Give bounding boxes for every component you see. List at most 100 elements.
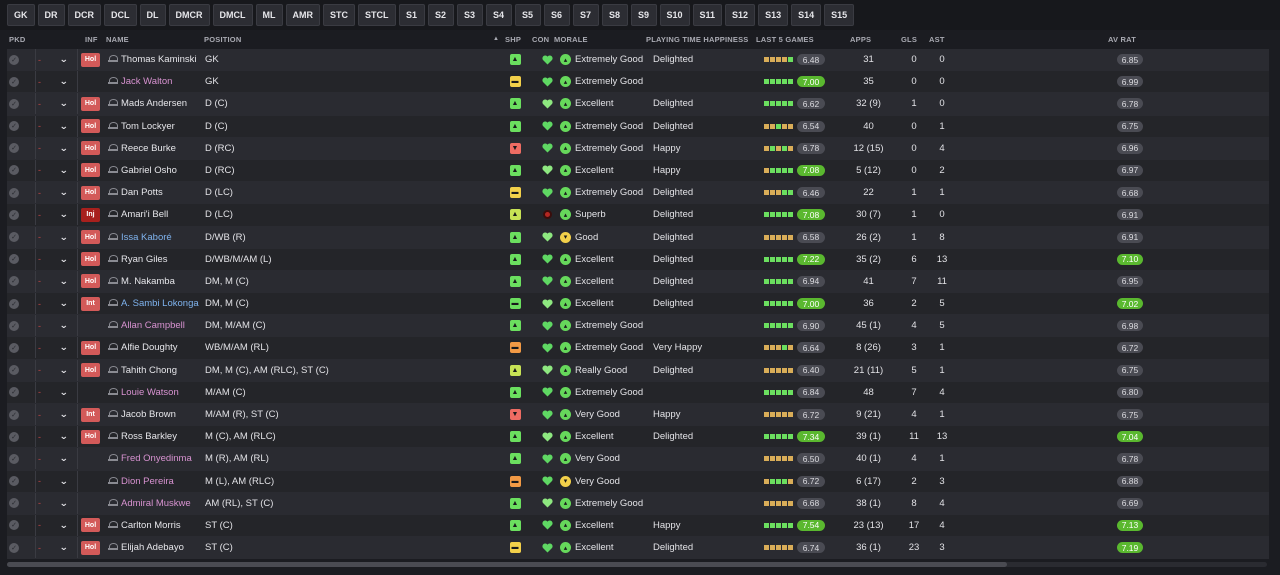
header-shp[interactable]: SHP: [505, 35, 521, 44]
check-circle-icon[interactable]: ✓: [9, 254, 19, 265]
player-name[interactable]: A. Sambi Lokonga: [121, 298, 199, 309]
row-menu[interactable]: ⌄: [59, 138, 72, 159]
row-menu[interactable]: ⌄: [59, 93, 72, 114]
pick-toggle[interactable]: ✓: [9, 537, 21, 558]
row-menu[interactable]: ⌄: [59, 49, 72, 70]
check-circle-icon[interactable]: ✓: [9, 143, 19, 154]
pick-toggle[interactable]: ✓: [9, 471, 21, 492]
pick-toggle[interactable]: ✓: [9, 493, 21, 514]
filter-button-dcl[interactable]: DCL: [104, 4, 137, 26]
table-row[interactable]: ✓ - ⌄ Int Jacob Brown M/AM (R), ST (C) ▼ ▴ Very …: [7, 404, 1269, 427]
player-name[interactable]: Mads Andersen: [121, 98, 187, 109]
chevron-down-icon[interactable]: ⌄: [59, 232, 68, 243]
pick-toggle[interactable]: ✓: [9, 382, 21, 403]
player-name[interactable]: Alfie Doughty: [121, 342, 178, 353]
header-apps[interactable]: APPS: [850, 35, 871, 44]
header-ast[interactable]: AST: [929, 35, 945, 44]
row-menu[interactable]: ⌄: [59, 160, 72, 181]
check-circle-icon[interactable]: ✓: [9, 342, 19, 353]
status-badge[interactable]: Inj: [81, 207, 100, 222]
status-badge[interactable]: Int: [81, 407, 100, 422]
check-circle-icon[interactable]: ✓: [9, 54, 19, 65]
chevron-down-icon[interactable]: ⌄: [59, 276, 68, 287]
table-row[interactable]: ✓ - ⌄ Allan Campbell DM, M/AM (C) ▲ ▴ Extremely…: [7, 315, 1269, 338]
check-circle-icon[interactable]: ✓: [9, 209, 19, 220]
header-morale[interactable]: MORALE: [554, 35, 588, 44]
player-name[interactable]: Thomas Kaminski: [121, 54, 197, 65]
filter-button-stc[interactable]: STC: [323, 4, 355, 26]
player-name-cell[interactable]: Jack Walton: [108, 71, 208, 92]
row-menu[interactable]: ⌄: [59, 448, 72, 469]
filter-button-stcl[interactable]: STCL: [358, 4, 396, 26]
player-name-cell[interactable]: Thomas Kaminski: [108, 49, 208, 70]
check-circle-icon[interactable]: ✓: [9, 476, 19, 487]
player-name[interactable]: Fred Onyedinma: [121, 453, 192, 464]
check-circle-icon[interactable]: ✓: [9, 98, 19, 109]
chevron-down-icon[interactable]: ⌄: [59, 143, 68, 154]
chevron-down-icon[interactable]: ⌄: [59, 54, 68, 65]
pick-toggle[interactable]: ✓: [9, 404, 21, 425]
pick-toggle[interactable]: ✓: [9, 160, 21, 181]
filter-button-s8[interactable]: S8: [601, 4, 628, 26]
chevron-down-icon[interactable]: ⌄: [59, 542, 68, 553]
player-name-cell[interactable]: Dan Potts: [108, 182, 208, 203]
pick-toggle[interactable]: ✓: [9, 360, 21, 381]
status-badge[interactable]: Hol: [81, 340, 100, 355]
chevron-down-icon[interactable]: ⌄: [59, 409, 68, 420]
filter-button-s11[interactable]: S11: [692, 4, 723, 26]
pick-toggle[interactable]: ✓: [9, 116, 21, 137]
header-gls[interactable]: GLS: [901, 35, 917, 44]
check-circle-icon[interactable]: ✓: [9, 498, 19, 509]
chevron-down-icon[interactable]: ⌄: [59, 187, 68, 198]
player-name-cell[interactable]: Gabriel Osho: [108, 160, 208, 181]
header-position[interactable]: POSITION: [204, 35, 241, 44]
player-name-cell[interactable]: Mads Andersen: [108, 93, 208, 114]
chevron-down-icon[interactable]: ⌄: [59, 498, 68, 509]
status-badge[interactable]: Hol: [81, 540, 100, 555]
row-menu[interactable]: ⌄: [59, 382, 72, 403]
filter-button-s4[interactable]: S4: [485, 4, 512, 26]
player-name-cell[interactable]: Ryan Giles: [108, 249, 208, 270]
check-circle-icon[interactable]: ✓: [9, 365, 19, 376]
check-circle-icon[interactable]: ✓: [9, 453, 19, 464]
check-circle-icon[interactable]: ✓: [9, 320, 19, 331]
check-circle-icon[interactable]: ✓: [9, 121, 19, 132]
row-menu[interactable]: ⌄: [59, 337, 72, 358]
filter-button-amr[interactable]: AMR: [285, 4, 320, 26]
header-con[interactable]: CON: [532, 35, 549, 44]
status-badge[interactable]: Hol: [81, 274, 100, 289]
filter-button-s14[interactable]: S14: [791, 4, 822, 26]
player-name-cell[interactable]: Allan Campbell: [108, 315, 208, 336]
player-name-cell[interactable]: Jacob Brown: [108, 404, 208, 425]
player-name[interactable]: Carlton Morris: [121, 520, 181, 531]
table-row[interactable]: ✓ - ⌄ Hol Tom Lockyer D (C) ▲ ▴ Extremely Good De…: [7, 115, 1269, 138]
table-row[interactable]: ✓ - ⌄ Hol Alfie Doughty WB/M/AM (RL) ▬ ▴ Extreme…: [7, 337, 1269, 360]
table-row[interactable]: ✓ - ⌄ Hol Thomas Kaminski GK ▲ ▴ Extremely Good D…: [7, 49, 1269, 72]
status-badge[interactable]: Hol: [81, 230, 100, 244]
check-circle-icon[interactable]: ✓: [9, 276, 19, 287]
status-badge[interactable]: Hol: [81, 518, 100, 533]
filter-button-ml[interactable]: ML: [255, 4, 283, 26]
row-menu[interactable]: ⌄: [59, 271, 72, 292]
header-pkd[interactable]: PKD: [9, 35, 25, 44]
player-name-cell[interactable]: Louie Watson: [108, 382, 208, 403]
row-menu[interactable]: ⌄: [59, 537, 72, 558]
check-circle-icon[interactable]: ✓: [9, 187, 19, 198]
table-row[interactable]: ✓ - ⌄ Hol Tahith Chong DM, M (C), AM (RLC), S…: [7, 359, 1269, 382]
player-name-cell[interactable]: Admiral Muskwe: [108, 493, 208, 514]
row-menu[interactable]: ⌄: [59, 116, 72, 137]
table-row[interactable]: ✓ - ⌄ Dion Pereira M (L), AM (RLC) ▬ ▾ Very Goo…: [7, 470, 1269, 493]
filter-button-s9[interactable]: S9: [630, 4, 657, 26]
row-menu[interactable]: ⌄: [59, 493, 72, 514]
chevron-down-icon[interactable]: ⌄: [59, 98, 68, 109]
table-row[interactable]: ✓ - ⌄ Louie Watson M/AM (C) ▲ ▴ Extremely Good 6…: [7, 381, 1269, 404]
filter-button-dmcl[interactable]: DMCL: [212, 4, 253, 26]
pick-toggle[interactable]: ✓: [9, 49, 21, 70]
filter-button-s7[interactable]: S7: [572, 4, 599, 26]
pick-toggle[interactable]: ✓: [9, 293, 21, 314]
filter-button-s2[interactable]: S2: [427, 4, 454, 26]
player-name-cell[interactable]: Tahith Chong: [108, 360, 208, 381]
status-badge[interactable]: Hol: [81, 163, 100, 178]
header-name[interactable]: NAME: [106, 35, 129, 44]
chevron-down-icon[interactable]: ⌄: [59, 342, 68, 353]
